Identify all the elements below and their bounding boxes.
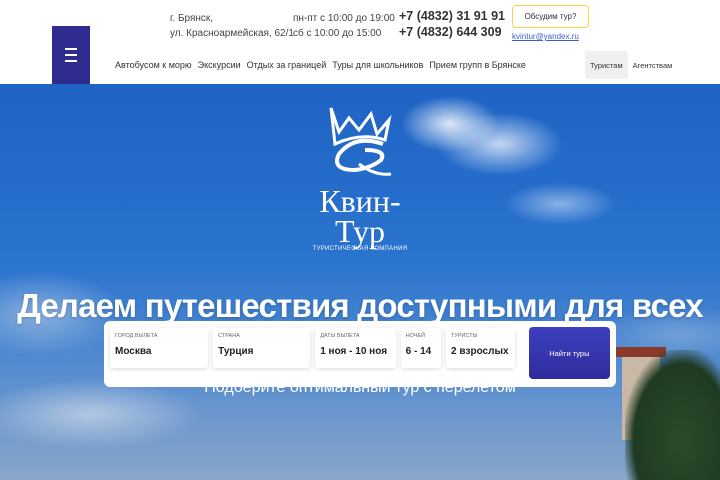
nights-field[interactable]: Ночей 6 - 14	[400, 328, 442, 368]
address-line: г. Брянск,	[170, 13, 214, 24]
dates-field[interactable]: Даты вылета 1 ноя - 10 ноя	[315, 328, 396, 368]
logo[interactable]: Квин-Тур ТУРИСТИЧЕСКАЯ КОМПАНИЯ	[300, 104, 420, 252]
phones: +7 (4832) 31 91 91 +7 (4832) 644 309	[399, 8, 505, 40]
logo-subtitle: ТУРИСТИЧЕСКАЯ КОМПАНИЯ	[312, 246, 408, 252]
nav-excursions[interactable]: Экскурсии	[198, 60, 241, 70]
field-value: 1 ноя - 10 ноя	[320, 346, 388, 357]
departure-city-field[interactable]: Город вылета Москва	[110, 328, 209, 368]
field-label: Страна	[218, 333, 240, 339]
field-label: Даты вылета	[320, 333, 360, 339]
hero: Квин-Тур ТУРИСТИЧЕСКАЯ КОМПАНИЯ Делаем п…	[0, 84, 720, 480]
tree-image	[625, 350, 720, 480]
nav-school-tours[interactable]: Туры для школьников	[332, 60, 423, 70]
nav-abroad[interactable]: Отдых за границей	[247, 60, 327, 70]
phone-link[interactable]: +7 (4832) 31 91 91	[399, 8, 505, 24]
field-label: Туристы	[451, 333, 478, 339]
header: г. Брянск, ул. Красноармейская, 62/1 пн-п…	[0, 0, 720, 84]
hours-line: сб с 10:00 до 15:00	[293, 28, 382, 39]
tour-search-form: Город вылета Москва Страна Турция Даты выл…	[104, 321, 616, 387]
nav-bus-to-sea[interactable]: Автобусом к морю	[115, 60, 192, 70]
main-nav: Автобусом к морю Экскурсии Отдых за гран…	[115, 60, 526, 70]
country-field[interactable]: Страна Турция	[213, 328, 311, 368]
field-value: 6 - 14	[405, 346, 432, 357]
field-value: Москва	[115, 346, 152, 357]
audience-tabs: Туристам Агентствам	[585, 51, 677, 79]
field-label: Ночей	[405, 333, 426, 339]
email-link[interactable]: kvintur@yandex.ru	[512, 32, 579, 41]
logo-name: Квин-Тур	[319, 183, 401, 249]
find-tours-button[interactable]: Найти туры	[528, 327, 610, 379]
tab-agencies[interactable]: Агентствам	[628, 51, 678, 79]
tab-tourists[interactable]: Туристам	[585, 51, 628, 79]
working-hours: пн-пт с 10:00 до 19:00 сб с 10:00 до 15:0…	[293, 11, 395, 41]
hero-title: Делаем путешествия доступными для всех	[17, 287, 703, 324]
field-value: 2 взрослых	[451, 346, 509, 357]
field-value: Турция	[218, 346, 254, 357]
address: г. Брянск, ул. Красноармейская, 62/1	[170, 11, 294, 41]
nav-groups-bryansk[interactable]: Прием групп в Брянске	[429, 60, 526, 70]
crown-logo-icon	[329, 107, 392, 176]
hamburger-icon	[65, 48, 77, 50]
tourists-field[interactable]: Туристы 2 взрослых	[446, 328, 515, 368]
field-label: Город вылета	[115, 333, 158, 339]
menu-button[interactable]	[52, 26, 90, 84]
hours-line: пн-пт с 10:00 до 19:00	[293, 13, 395, 24]
discuss-tour-button[interactable]: Обсудим тур?	[512, 5, 589, 28]
phone-link[interactable]: +7 (4832) 644 309	[399, 24, 505, 40]
address-line: ул. Красноармейская, 62/1	[170, 28, 294, 39]
